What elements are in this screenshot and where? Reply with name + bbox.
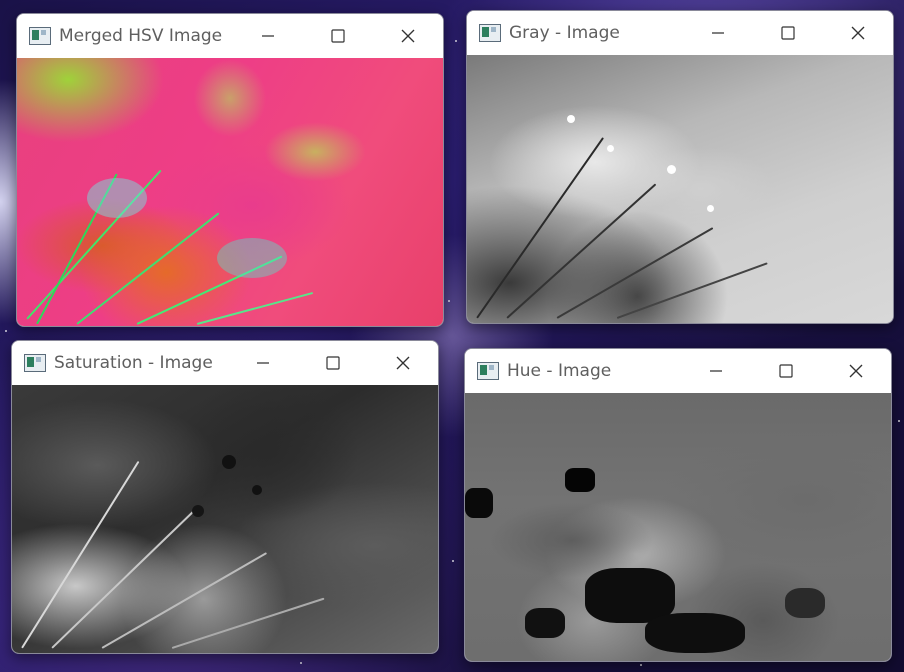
opencv-window-icon (477, 362, 499, 380)
close-button[interactable] (823, 11, 893, 55)
close-button[interactable] (373, 14, 443, 58)
saturation-image (12, 385, 438, 653)
opencv-window-icon (29, 27, 51, 45)
maximize-icon (326, 356, 340, 370)
close-button[interactable] (821, 349, 891, 393)
window-title: Saturation - Image (54, 353, 213, 373)
minimize-icon (257, 362, 269, 364)
minimize-icon (712, 32, 724, 34)
maximize-icon (331, 29, 345, 43)
maximize-icon (781, 26, 795, 40)
close-icon (396, 356, 410, 370)
window-title: Hue - Image (507, 361, 612, 381)
maximize-button[interactable] (751, 349, 821, 393)
gray-image (467, 55, 893, 323)
maximize-button[interactable] (753, 11, 823, 55)
window-title: Merged HSV Image (59, 26, 223, 46)
titlebar[interactable]: Gray - Image (467, 11, 893, 55)
window-saturation[interactable]: Saturation - Image (11, 340, 439, 654)
window-merged-hsv[interactable]: Merged HSV Image (16, 13, 444, 327)
close-button[interactable] (368, 341, 438, 385)
minimize-button[interactable] (683, 11, 753, 55)
hue-image (465, 393, 891, 661)
maximize-icon (779, 364, 793, 378)
opencv-window-icon (24, 354, 46, 372)
minimize-button[interactable] (228, 341, 298, 385)
titlebar[interactable]: Hue - Image (465, 349, 891, 393)
titlebar[interactable]: Merged HSV Image (17, 14, 443, 58)
close-icon (851, 26, 865, 40)
merged-hsv-image (17, 58, 443, 326)
opencv-window-icon (479, 24, 501, 42)
window-title: Gray - Image (509, 23, 620, 43)
minimize-icon (710, 370, 722, 372)
minimize-button[interactable] (233, 14, 303, 58)
minimize-icon (262, 35, 274, 37)
maximize-button[interactable] (303, 14, 373, 58)
titlebar[interactable]: Saturation - Image (12, 341, 438, 385)
minimize-button[interactable] (681, 349, 751, 393)
close-icon (401, 29, 415, 43)
window-gray[interactable]: Gray - Image (466, 10, 894, 324)
close-icon (849, 364, 863, 378)
window-hue[interactable]: Hue - Image (464, 348, 892, 662)
maximize-button[interactable] (298, 341, 368, 385)
